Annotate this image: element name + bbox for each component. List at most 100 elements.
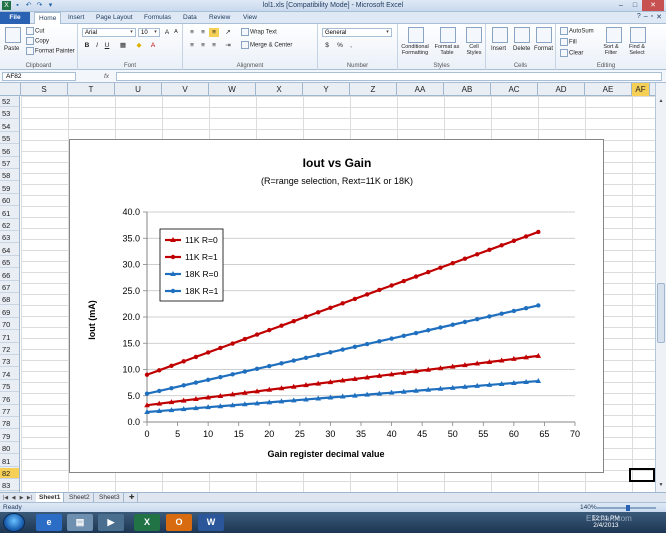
tab-page-layout[interactable]: Page Layout [96, 12, 133, 24]
row-header[interactable]: 71 [0, 332, 19, 343]
row-header[interactable]: 66 [0, 270, 19, 281]
start-button-icon[interactable] [3, 513, 25, 532]
tab-data[interactable]: Data [183, 12, 197, 24]
outlook-taskbar-icon[interactable]: O [166, 514, 192, 531]
row-header[interactable]: 68 [0, 294, 19, 306]
column-header[interactable]: V [162, 83, 209, 96]
excel-taskbar-icon[interactable]: X [134, 514, 160, 531]
number-format-select[interactable]: General ▾ [322, 28, 392, 37]
row-header[interactable]: 65 [0, 257, 19, 269]
row-header[interactable]: 82 [0, 468, 19, 479]
column-header[interactable]: AD [538, 83, 585, 96]
row-header[interactable]: 83 [0, 480, 19, 492]
row-header[interactable]: 75 [0, 381, 19, 393]
format-button[interactable]: Format [534, 45, 553, 53]
row-header[interactable]: 77 [0, 406, 19, 417]
row-header[interactable]: 52 [0, 96, 19, 107]
row-header[interactable]: 78 [0, 418, 19, 430]
wrap-text-button[interactable]: Wrap Text [241, 28, 277, 37]
column-header[interactable]: X [256, 83, 303, 96]
row-header[interactable]: 60 [0, 195, 19, 207]
cut-button[interactable]: Cut [26, 27, 44, 36]
column-header[interactable]: Z [350, 83, 397, 96]
autosum-button[interactable]: AutoSum [560, 27, 594, 36]
tab-file[interactable]: File [0, 12, 30, 24]
row-header[interactable]: 58 [0, 170, 19, 182]
column-header[interactable]: AC [491, 83, 538, 96]
fill-color-icon[interactable]: ◆ [134, 41, 144, 50]
row-header[interactable]: 72 [0, 344, 19, 355]
row-header[interactable]: 74 [0, 369, 19, 380]
delete-button[interactable]: Delete [513, 45, 530, 53]
indent-icon[interactable]: ⇥ [223, 41, 233, 50]
formula-input[interactable] [116, 72, 662, 81]
align-left-icon[interactable]: ≡ [187, 41, 197, 50]
conditional-formatting-button[interactable]: Conditional Formatting [398, 44, 432, 56]
row-header[interactable]: 79 [0, 431, 19, 442]
minimize-icon[interactable]: – [614, 0, 628, 11]
minimize-ribbon-icon[interactable]: – [644, 13, 648, 21]
percent-button[interactable]: % [335, 41, 345, 50]
row-header[interactable]: 73 [0, 356, 19, 368]
orientation-icon[interactable]: ↗ [223, 28, 233, 37]
format-as-table-button[interactable]: Format as Table [432, 44, 462, 56]
row-header[interactable]: 61 [0, 208, 19, 219]
name-box[interactable]: AF82 [2, 72, 76, 81]
bold-button[interactable]: B [82, 41, 92, 50]
active-cell[interactable] [629, 468, 655, 482]
align-middle-icon[interactable]: ≡ [198, 28, 208, 37]
close-workbook-icon[interactable]: ✕ [656, 13, 662, 21]
comma-button[interactable]: , [346, 41, 356, 50]
legend[interactable]: 11K R=0 11K R=1 18K R=0 18K R=1 [159, 228, 224, 302]
format-painter-button[interactable]: Format Painter [26, 47, 75, 56]
row-header[interactable]: 56 [0, 146, 19, 157]
row-header[interactable]: 59 [0, 183, 19, 194]
scroll-up-icon[interactable]: ▲ [656, 97, 666, 106]
restore-icon[interactable]: ▫ [651, 13, 653, 21]
row-header[interactable]: 55 [0, 133, 19, 145]
paste-button[interactable]: Paste [4, 45, 19, 53]
row-header[interactable]: 63 [0, 232, 19, 244]
row-header[interactable]: 80 [0, 443, 19, 455]
italic-button[interactable]: I [92, 41, 102, 50]
select-all-corner[interactable] [0, 83, 21, 96]
find-select-button[interactable]: Find & Select [624, 44, 650, 56]
font-size-select[interactable]: 10 ▾ [138, 28, 160, 37]
row-header[interactable]: 54 [0, 121, 19, 132]
ie-icon[interactable]: e [36, 514, 62, 531]
maximize-icon[interactable]: □ [628, 0, 642, 11]
media-player-icon[interactable]: ▶ [98, 514, 124, 531]
help-icon[interactable]: ? [637, 13, 641, 21]
word-taskbar-icon[interactable]: W [198, 514, 224, 531]
column-header[interactable]: AB [444, 83, 491, 96]
row-header[interactable]: 69 [0, 307, 19, 318]
column-header[interactable]: AF [632, 83, 650, 96]
row-header[interactable]: 57 [0, 158, 19, 169]
sort-filter-button[interactable]: Sort & Filter [600, 44, 622, 56]
clear-button[interactable]: Clear [560, 49, 583, 58]
row-header[interactable]: 64 [0, 245, 19, 256]
scroll-down-icon[interactable]: ▼ [656, 481, 666, 490]
underline-button[interactable]: U [102, 41, 112, 50]
borders-icon[interactable]: ▦ [118, 41, 128, 50]
tab-insert[interactable]: Insert [68, 12, 84, 24]
chart[interactable]: Iout vs Gain (R=range selection, Rext=11… [69, 139, 604, 473]
column-header[interactable]: Y [303, 83, 350, 96]
fill-button[interactable]: Fill [560, 38, 577, 47]
column-header[interactable]: S [21, 83, 68, 96]
zoom-slider-knob[interactable] [626, 505, 630, 511]
font-color-icon[interactable]: A [148, 41, 158, 50]
insert-button[interactable]: Insert [491, 45, 506, 53]
tab-formulas[interactable]: Formulas [144, 12, 171, 24]
align-top-icon[interactable]: ≡ [187, 28, 197, 37]
row-header[interactable]: 81 [0, 456, 19, 467]
column-header[interactable]: U [115, 83, 162, 96]
column-header[interactable]: AE [585, 83, 632, 96]
tab-view[interactable]: View [243, 12, 257, 24]
cell-styles-button[interactable]: Cell Styles [462, 44, 486, 56]
merge-center-button[interactable]: Merge & Center [241, 41, 292, 50]
currency-button[interactable]: $ [322, 41, 332, 50]
row-header[interactable]: 62 [0, 220, 19, 231]
font-name-select[interactable]: Arial ▾ [82, 28, 136, 37]
row-header[interactable]: 53 [0, 108, 19, 120]
